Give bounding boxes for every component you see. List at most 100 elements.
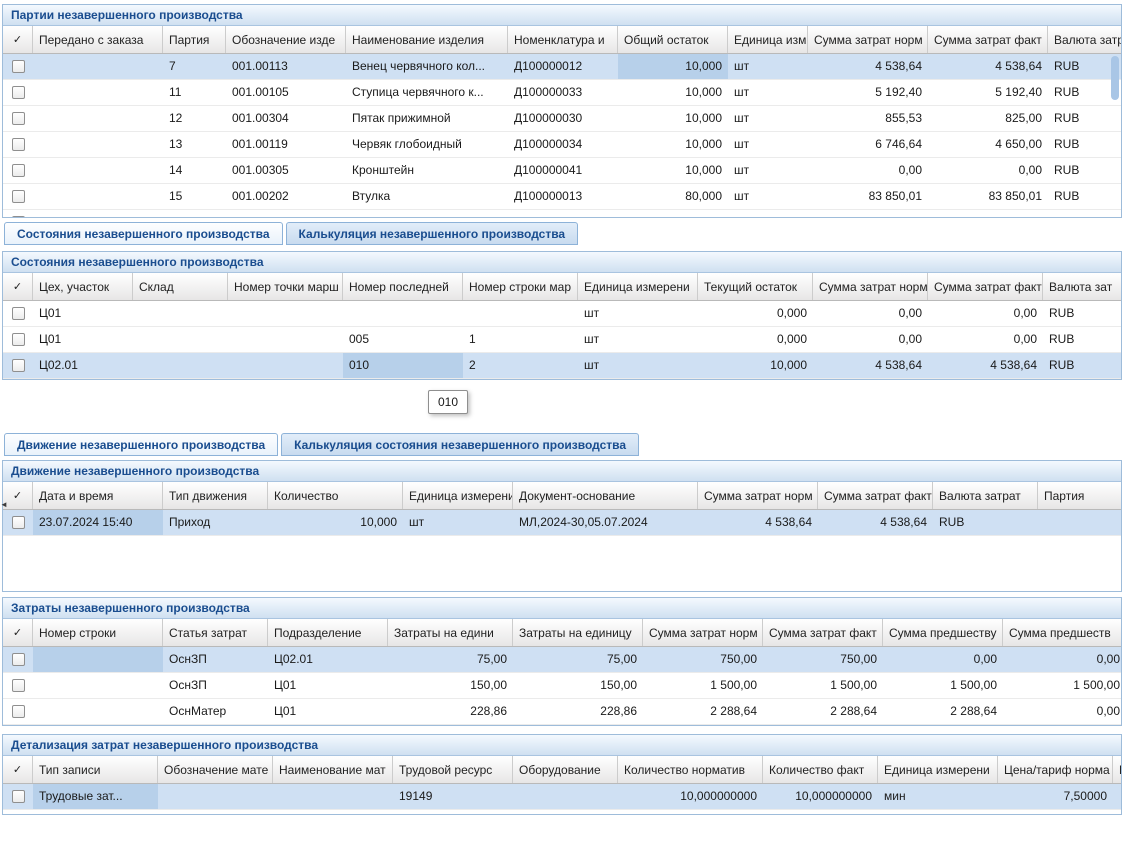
column-header[interactable]: Валюта затр xyxy=(1048,26,1121,53)
column-header[interactable]: Валюта затрат xyxy=(933,482,1038,509)
column-header[interactable]: Сумма затрат норм xyxy=(643,619,763,646)
row-checkbox[interactable] xyxy=(12,138,25,151)
column-header[interactable]: Единица измерени xyxy=(878,756,998,783)
table-row[interactable]: ОснЗПЦ02.0175,0075,00750,00750,000,000,0… xyxy=(3,647,1121,673)
column-header[interactable]: Номер точки марш xyxy=(228,273,343,300)
table-row[interactable]: 23.07.2024 15:40Приход10,000штМЛ,2024-30… xyxy=(3,510,1121,536)
column-header[interactable]: Количество факт xyxy=(763,756,878,783)
column-header[interactable]: Цех, участок xyxy=(33,273,133,300)
table-row[interactable]: 15001.00202ВтулкаД10000001380,000шт83 85… xyxy=(3,184,1121,210)
row-checkbox[interactable] xyxy=(12,307,25,320)
select-column-header[interactable]: ✓ xyxy=(3,26,33,53)
table-cell: МЛ,2024-30,05.07.2024 xyxy=(513,510,698,535)
column-header[interactable]: Валюта зат xyxy=(1043,273,1121,300)
column-header[interactable]: Документ-основание xyxy=(513,482,698,509)
column-header[interactable]: Номер строки мар xyxy=(463,273,578,300)
table-cell: 0,00 xyxy=(808,158,928,183)
column-header[interactable]: Дата и время xyxy=(33,482,163,509)
table-row[interactable]: 11001.00105Ступица червячного к...Д10000… xyxy=(3,80,1121,106)
select-column-header[interactable]: ✓ xyxy=(3,273,33,300)
tab-states-wip[interactable]: Состояния незавершенного производства xyxy=(4,222,283,245)
column-header[interactable]: Сумма предшеств xyxy=(1003,619,1121,646)
row-checkbox[interactable] xyxy=(12,516,25,529)
column-header[interactable]: Единица измерени xyxy=(578,273,698,300)
row-select-cell xyxy=(3,327,33,352)
panel-parties-wip: Партии незавершенного производства ✓Пере… xyxy=(2,4,1122,218)
column-header[interactable]: Единица измерени xyxy=(403,482,513,509)
column-header[interactable]: Затраты на единицу xyxy=(513,619,643,646)
select-column-header[interactable]: ✓ xyxy=(3,756,33,783)
column-header[interactable]: Количество норматив xyxy=(618,756,763,783)
table-cell: шт xyxy=(728,54,808,79)
table-row[interactable]: Трудовые зат...1914910,00000000010,00000… xyxy=(3,784,1121,810)
table-row[interactable]: 14001.00305КронштейнД10000004110,000шт0,… xyxy=(3,158,1121,184)
row-checkbox[interactable] xyxy=(12,790,25,803)
row-checkbox[interactable] xyxy=(12,190,25,203)
row-checkbox[interactable] xyxy=(12,164,25,177)
column-header[interactable]: Тип движения xyxy=(163,482,268,509)
column-header[interactable]: Сумма затрат норм xyxy=(698,482,818,509)
column-header[interactable]: Наименование мат xyxy=(273,756,393,783)
column-header[interactable]: Склад xyxy=(133,273,228,300)
table-cell xyxy=(463,301,578,326)
table-row[interactable]: 7001.00113Венец червячного кол...Д100000… xyxy=(3,54,1121,80)
table-row[interactable]: Ц02.010102шт10,0004 538,644 538,64RUB xyxy=(3,353,1121,379)
column-header[interactable]: Общий остаток xyxy=(618,26,728,53)
column-header[interactable]: Затраты на едини xyxy=(388,619,513,646)
row-checkbox[interactable] xyxy=(12,216,25,217)
table-row[interactable]: 13001.00119Червяк глобоидныйД10000003410… xyxy=(3,132,1121,158)
column-header[interactable]: Сумма затрат норм xyxy=(808,26,928,53)
column-header[interactable]: Количество xyxy=(268,482,403,509)
column-header[interactable]: Номер последней xyxy=(343,273,463,300)
tab-state-calculation-wip[interactable]: Калькуляция состояния незавершенного про… xyxy=(281,433,639,456)
column-header[interactable]: Сумма затрат факт xyxy=(928,273,1043,300)
column-header[interactable]: Статья затрат xyxy=(163,619,268,646)
column-header[interactable]: Номенклатура и xyxy=(508,26,618,53)
table-cell: шт xyxy=(403,510,513,535)
column-header[interactable]: Сумма затрат норм xyxy=(813,273,928,300)
tab-movement-wip[interactable]: Движение незавершенного производства xyxy=(4,433,278,456)
table-row[interactable]: Ц010051шт0,0000,000,00RUB xyxy=(3,327,1121,353)
vertical-scrollbar-thumb[interactable] xyxy=(1111,56,1119,100)
row-checkbox[interactable] xyxy=(12,60,25,73)
column-header[interactable]: Трудовой ресурс xyxy=(393,756,513,783)
column-header[interactable]: Номер строки xyxy=(33,619,163,646)
row-checkbox[interactable] xyxy=(12,112,25,125)
table-row[interactable]: ОснМатерЦ01228,86228,862 288,642 288,642… xyxy=(3,699,1121,725)
column-header[interactable]: Передано с заказа xyxy=(33,26,163,53)
column-header[interactable]: Обозначение мате xyxy=(158,756,273,783)
row-checkbox[interactable] xyxy=(12,679,25,692)
column-header[interactable]: Партия xyxy=(1038,482,1121,509)
table-cell: RUB xyxy=(1043,353,1121,378)
table-row[interactable]: 21001.00401Крепление фланцево...Д1000000… xyxy=(3,210,1121,217)
column-header[interactable]: Наименование изделия xyxy=(346,26,508,53)
row-checkbox[interactable] xyxy=(12,86,25,99)
select-column-header[interactable]: ✓ xyxy=(3,619,33,646)
row-checkbox[interactable] xyxy=(12,653,25,666)
column-header[interactable]: Сумма предшеству xyxy=(883,619,1003,646)
table-cell: 19149 xyxy=(393,784,513,809)
column-header[interactable]: Тип записи xyxy=(33,756,158,783)
column-header[interactable]: Текущий остаток xyxy=(698,273,813,300)
column-header[interactable]: Сумма затрат факт xyxy=(763,619,883,646)
table-row[interactable]: 12001.00304Пятак прижимнойД10000003010,0… xyxy=(3,106,1121,132)
table-cell: 75,00 xyxy=(388,647,513,672)
table-row[interactable]: ОснЗПЦ01150,00150,001 500,001 500,001 50… xyxy=(3,673,1121,699)
splitter-collapse-left-icon[interactable]: ◄ xyxy=(0,486,10,522)
column-header[interactable]: Обозначение изде xyxy=(226,26,346,53)
column-header[interactable]: Подразделение xyxy=(268,619,388,646)
table-row[interactable]: Ц01шт0,0000,000,00RUB xyxy=(3,301,1121,327)
column-header[interactable]: Сумма затрат факт xyxy=(928,26,1048,53)
row-checkbox[interactable] xyxy=(12,705,25,718)
column-header[interactable]: Оборудование xyxy=(513,756,618,783)
tab-calculation-wip[interactable]: Калькуляция незавершенного производства xyxy=(286,222,579,245)
table-cell xyxy=(33,184,163,209)
column-header[interactable]: Сумма затрат факт xyxy=(818,482,933,509)
row-checkbox[interactable] xyxy=(12,359,25,372)
column-header[interactable]: Партия xyxy=(163,26,226,53)
table-cell: 4 650,00 xyxy=(928,132,1048,157)
column-header[interactable]: Единица изм xyxy=(728,26,808,53)
column-header[interactable]: Ц xyxy=(1113,756,1121,783)
row-checkbox[interactable] xyxy=(12,333,25,346)
column-header[interactable]: Цена/тариф норма xyxy=(998,756,1113,783)
